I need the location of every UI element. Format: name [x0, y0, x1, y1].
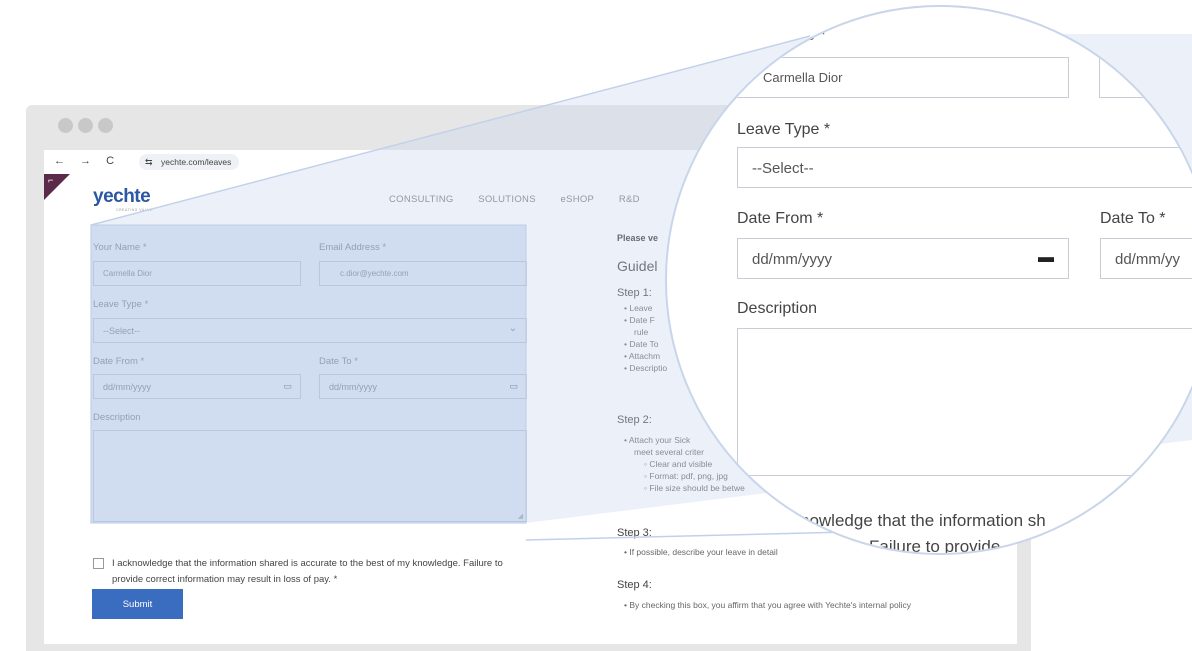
step3-heading: Step 3:: [617, 527, 652, 539]
magnified-name-label: ne *: [797, 27, 826, 44]
email-field[interactable]: c.dior@yechte.com: [319, 261, 527, 286]
step3-list: • If possible, describe your leave in de…: [624, 547, 778, 557]
email-value: c.dior@yechte.com: [340, 269, 409, 278]
magnified-description-textarea[interactable]: [737, 328, 1192, 476]
name-field[interactable]: Carmella Dior: [93, 261, 301, 286]
magnified-name-field[interactable]: Carmella Dior: [737, 57, 1069, 98]
site-settings-icon[interactable]: ⇆: [145, 154, 153, 170]
step2-item: Attach your Sick: [628, 435, 691, 445]
step1-list: • Leave • Date F rule • Date To • Attach…: [624, 303, 668, 373]
acknowledge-checkbox[interactable]: [93, 558, 104, 569]
calendar-icon[interactable]: ▬: [1038, 249, 1054, 267]
date-to-label: Date To *: [319, 356, 358, 367]
step1-item: Date To: [629, 339, 659, 349]
step4-heading: Step 4:: [617, 579, 652, 591]
magnified-date-from-label: Date From *: [737, 210, 824, 227]
date-to-value: dd/mm/yyyy: [329, 382, 378, 392]
guidelines-title: Guidel: [617, 258, 658, 274]
brand-logo[interactable]: yechte: [93, 186, 151, 208]
magnified-leave-type-label: Leave Type *: [737, 121, 831, 138]
nav-eshop[interactable]: eSHOP: [560, 194, 594, 205]
guidelines-notice: Please ve: [617, 233, 659, 243]
step1-heading: Step 1:: [617, 287, 652, 299]
name-value: Carmella Dior: [103, 269, 152, 278]
magnified-leave-type-value: --Select--: [752, 160, 814, 177]
nav-consulting[interactable]: CONSULTING: [389, 194, 454, 205]
step2-item: meet several criter: [634, 447, 704, 457]
magnified-date-to-value: dd/mm/yy: [1115, 251, 1181, 268]
step1-item: rule: [634, 327, 649, 337]
nav-solutions[interactable]: SOLUTIONS: [478, 194, 536, 205]
date-from-value: dd/mm/yyyy: [103, 382, 152, 392]
resize-handle-icon[interactable]: ◢: [518, 512, 523, 520]
step1-item: Leave: [629, 303, 653, 313]
step3-item: If possible, describe your leave in deta…: [629, 547, 778, 557]
date-to-field[interactable]: dd/mm/yyyy ▭: [319, 374, 527, 399]
step2-subitem: File size should be betwe: [649, 483, 745, 493]
step1-item: Descriptio: [629, 363, 668, 373]
acknowledge-text: I acknowledge that the information share…: [112, 558, 503, 585]
date-from-field[interactable]: dd/mm/yyyy ▭: [93, 374, 301, 399]
description-label: Description: [93, 412, 141, 423]
email-label: Email Address *: [319, 242, 387, 253]
submit-button[interactable]: Submit: [92, 589, 183, 619]
step2-subitem: Format: pdf, png, jpg: [649, 471, 728, 481]
top-navigation: CONSULTING SOLUTIONS eSHOP R&D: [389, 194, 662, 205]
magnified-name-value: Carmella Dior: [763, 70, 843, 85]
magnified-email-field[interactable]: [1099, 57, 1192, 98]
step2-subitem: Clear and visible: [649, 459, 713, 469]
magnified-description-label: Description: [737, 300, 818, 317]
magnified-date-from-value: dd/mm/yyyy: [752, 251, 833, 268]
window-dot-minimize[interactable]: [78, 118, 93, 133]
magnified-leave-type-select[interactable]: --Select--: [737, 147, 1192, 188]
leave-type-label: Leave Type *: [93, 299, 149, 310]
step2-heading: Step 2:: [617, 414, 652, 426]
description-textarea[interactable]: ◢: [93, 430, 527, 522]
window-dot-maximize[interactable]: [98, 118, 113, 133]
magnified-date-to-field[interactable]: dd/mm/yy: [1100, 238, 1192, 279]
step4-list: • By checking this box, you affirm that …: [624, 600, 911, 610]
step1-item: Date F: [629, 315, 655, 325]
chevron-down-icon: ⌄: [508, 323, 517, 334]
magnifier-lens: ne * Carmella Dior Leave Type * --Select…: [665, 5, 1192, 555]
magnified-ack-line-2: Failure to provide: [869, 537, 1001, 555]
magnified-ack-line-1: nowledge that the information sh: [800, 511, 1046, 530]
url-text: yechte.com/leaves: [161, 157, 232, 167]
magnified-date-to-label: Date To *: [1100, 210, 1166, 227]
brand-tagline: CREATING VALUE: [116, 208, 154, 212]
url-field[interactable]: ⇆ yechte.com/leaves: [139, 154, 240, 170]
step4-item: By checking this box, you affirm that yo…: [629, 600, 911, 610]
calendar-icon[interactable]: ▭: [509, 381, 518, 392]
calendar-icon[interactable]: ▭: [283, 381, 292, 392]
browser-nav-icons[interactable]: ← → C: [54, 155, 120, 167]
nav-rd[interactable]: R&D: [619, 194, 640, 205]
leave-type-select[interactable]: --Select-- ⌄: [93, 318, 527, 343]
window-controls: [58, 118, 118, 138]
date-from-label: Date From *: [93, 356, 145, 367]
step1-item: Attachm: [628, 351, 661, 361]
corner-icon: ⌐: [48, 175, 54, 185]
magnified-date-from-field[interactable]: dd/mm/yyyy ▬: [737, 238, 1069, 279]
window-dot-close[interactable]: [58, 118, 73, 133]
leave-type-value: --Select--: [103, 326, 141, 336]
name-label: Your Name *: [93, 242, 147, 253]
